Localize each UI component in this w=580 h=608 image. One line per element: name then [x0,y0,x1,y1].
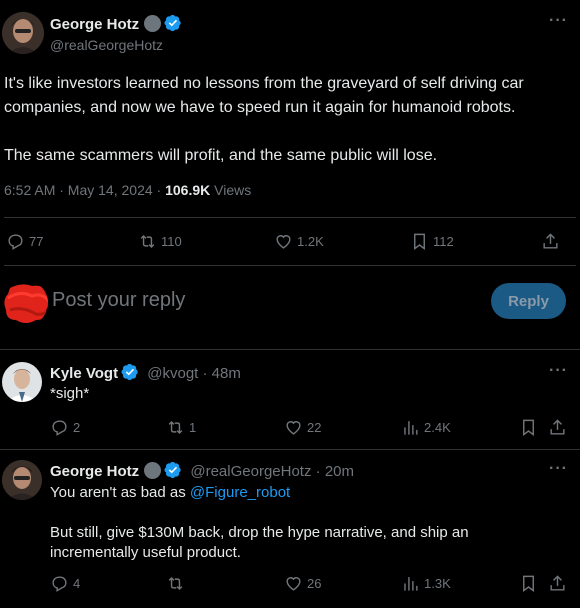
more-icon[interactable]: ··· [549,362,568,380]
bookmark-count: 112 [433,234,454,249]
like-count: 26 [307,576,322,591]
author-avatar[interactable] [2,12,44,54]
reply-2-reply-button[interactable]: 4 [50,574,80,593]
bookmark-icon [523,419,534,437]
bookmark-icon [523,575,534,593]
reply-2-views-button[interactable]: 1.3K [401,574,451,593]
like-count: 1.2K [297,234,324,249]
author-name[interactable]: George Hotz [50,16,139,33]
reply-1-header[interactable]: Kyle Vogt @kvogt · 48m [50,363,241,382]
reply-2-share-button[interactable] [548,574,567,593]
more-icon[interactable]: ··· [549,460,568,478]
reply-1-views-button[interactable]: 2.4K [401,418,451,437]
reply-1-text: *sigh* [50,385,90,402]
post-paragraph-1-line-2: companies, and now we have to speed run … [4,99,516,116]
reply-2-text-prefix: You aren't as bad as [50,484,190,501]
repost-count: 1 [189,420,197,435]
mention-link[interactable]: @Figure_robot [190,484,290,501]
like-button[interactable]: 1.2K [274,232,324,251]
reply-2-header[interactable]: George Hotz @realGeorgeHotz · 20m [50,461,354,480]
avatar-image [2,362,42,402]
share-icon [550,575,565,591]
reply-input[interactable]: Post your reply [52,289,185,312]
reply-1-author-name[interactable]: Kyle Vogt [50,365,118,382]
avatar-image [2,460,42,500]
reply-icon [52,420,67,436]
bookmark-icon [414,233,425,251]
post-timestamp[interactable]: 6:52 AM · May 14, 2024 · [4,182,165,198]
reply-2-like-button[interactable]: 26 [284,574,321,593]
reply-2-line-3: incrementally useful product. [50,544,241,561]
verified-icon [121,363,138,381]
views-count: 2.4K [424,420,451,435]
reply-1-share-button[interactable] [548,418,567,437]
repost-icon [168,420,183,435]
repost-button[interactable]: 110 [138,232,182,251]
reply-2-text: You aren't as bad as @Figure_robot But s… [50,483,570,563]
views-count: 1.3K [424,576,451,591]
reply-2-line-1: You aren't as bad as @Figure_robot [50,483,570,503]
like-count: 22 [307,420,322,435]
reply-2-repost-button[interactable] [166,574,189,593]
affiliate-badge-icon [144,15,162,32]
divider [4,265,576,266]
reply-1-handle[interactable]: @kvogt [147,365,198,382]
author-name-row[interactable]: George Hotz [50,14,182,33]
repost-icon [168,576,183,591]
post-meta: 6:52 AM · May 14, 2024 · 106.9K Views [4,182,251,198]
repost-count: 110 [161,234,182,249]
share-button[interactable] [541,232,560,251]
like-icon [286,421,301,435]
reply-1-bookmark-button[interactable] [519,418,538,437]
reply-2-time[interactable]: · 20m [311,463,354,480]
repost-icon [140,234,155,249]
views-icon [404,421,418,435]
views-label: Views [210,182,252,198]
post-paragraph-2: The same scammers will profit, and the s… [4,147,438,164]
reply-2-author-name[interactable]: George Hotz [50,463,139,480]
author-handle[interactable]: @realGeorgeHotz [50,37,163,53]
post-paragraph-1-line-1: It's like investors learned no lessons f… [4,75,524,92]
views-count: 106.9K [165,182,211,198]
like-icon [286,577,301,591]
reply-1-like-button[interactable]: 22 [284,418,321,437]
reply-1-avatar[interactable] [2,362,42,402]
share-icon [550,419,565,435]
reply-1-time[interactable]: · 48m [198,365,241,382]
verified-icon [164,14,181,32]
reply-2-line-2: But still, give $130M back, drop the hyp… [50,524,469,541]
more-icon[interactable]: ··· [549,12,568,30]
composer-avatar [2,280,48,326]
bookmark-button[interactable]: 112 [410,232,454,251]
verified-icon [164,461,181,479]
reply-count: 4 [73,576,81,591]
scribble-avatar-icon [4,284,48,323]
reply-1-reply-button[interactable]: 2 [50,418,80,437]
reply-1-repost-button[interactable]: 1 [166,418,196,437]
share-icon [543,233,558,249]
views-icon [404,577,418,591]
reply-2-handle[interactable]: @realGeorgeHotz [190,463,311,480]
reply-2-avatar[interactable] [2,460,42,500]
divider [0,349,580,350]
divider [0,449,580,450]
reply-icon [8,234,23,250]
reply-count: 2 [73,420,81,435]
reply-submit-button[interactable]: Reply [491,283,566,319]
affiliate-badge-icon [144,462,162,479]
divider [4,217,576,218]
reply-submit-label: Reply [508,292,549,310]
avatar-image [2,12,44,54]
reply-2-bookmark-button[interactable] [519,574,538,593]
reply-count: 77 [29,234,44,249]
reply-icon [52,576,67,592]
reply-button[interactable]: 77 [6,232,43,251]
like-icon [276,235,291,249]
post-text: It's like investors learned no lessons f… [4,72,576,168]
